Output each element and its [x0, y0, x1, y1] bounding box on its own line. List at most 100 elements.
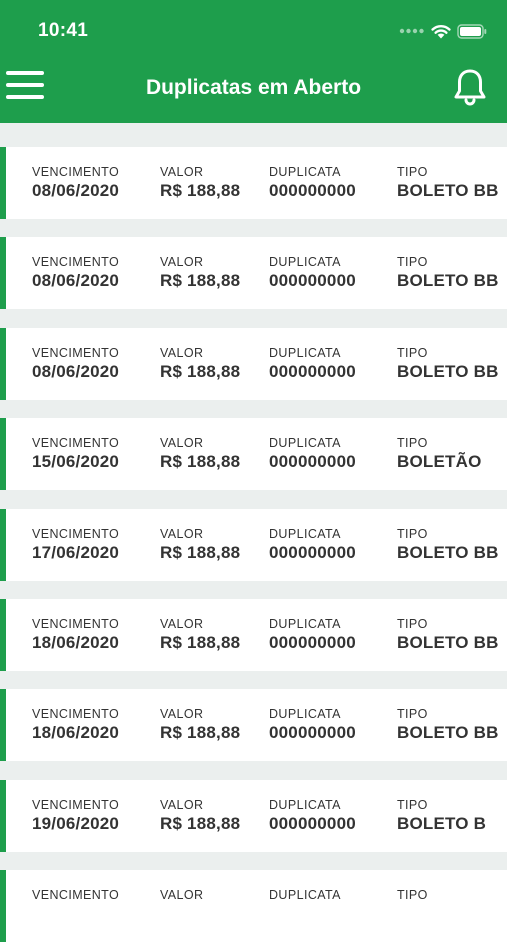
tipo-cell: TIPO BOLETO BB — [397, 617, 499, 654]
tipo-cell: TIPO BOLETO BB — [397, 707, 499, 744]
tipo-cell: TIPO BOLETO BB — [397, 346, 499, 383]
list-item[interactable]: VENCIMENTO VALOR DUPLICATA TIPO — [0, 870, 507, 942]
vencimento-cell: VENCIMENTO 18/06/2020 — [32, 617, 119, 654]
valor-label: VALOR — [160, 617, 204, 631]
duplicata-value: 000000000 — [269, 542, 356, 562]
valor-label: VALOR — [160, 436, 204, 451]
tipo-value: BOLETO BB — [397, 181, 499, 200]
list-item[interactable]: VENCIMENTO 08/06/2020 VALOR R$ 188,88 DUPLIC… — [0, 237, 507, 310]
signal-icon — [399, 28, 424, 34]
vencimento-label: VENCIMENTO — [32, 617, 120, 631]
duplicata-cell: DUPLICATA 000000000 — [269, 165, 356, 202]
status-time: 10:41 — [38, 20, 89, 41]
vencimento-value: 19/06/2020 — [32, 813, 120, 833]
tipo-value: BOLETO BB — [397, 723, 499, 743]
vencimento-value: 17/06/2020 — [32, 542, 120, 562]
valor-value: R$ 188,88 — [160, 633, 241, 652]
valor-value: R$ 188,88 — [160, 271, 241, 291]
valor-value: R$ 188,88 — [160, 813, 241, 833]
duplicata-cell: DUPLICATA 000000000 — [269, 617, 356, 654]
duplicata-cell: DUPLICATA — [269, 888, 341, 903]
tipo-label: TIPO — [397, 617, 428, 631]
valor-value: R$ 188,88 — [160, 361, 241, 381]
status-icons — [399, 22, 487, 40]
duplicata-cell: DUPLICATA 000000000 — [269, 707, 356, 744]
duplicata-label: DUPLICATA — [269, 255, 341, 270]
duplicata-label: DUPLICATA — [269, 797, 341, 812]
tipo-value: BOLETO BB — [397, 271, 499, 291]
bell-icon[interactable] — [453, 68, 487, 106]
valor-label: VALOR — [160, 707, 204, 722]
vencimento-label: VENCIMENTO — [32, 345, 120, 360]
valor-cell: VALOR R$ 188,88 — [160, 436, 240, 473]
valor-label: VALOR — [160, 345, 204, 360]
valor-cell: VALOR R$ 188,88 — [160, 346, 240, 383]
tipo-value: BOLETO B — [397, 813, 487, 833]
app-header: 10:41 Duplicatas em Aberto — [0, 0, 507, 123]
tipo-cell: TIPO BOLETO BB — [397, 527, 499, 564]
tipo-label: TIPO — [397, 436, 428, 451]
battery-icon — [457, 23, 487, 39]
duplicata-value: 000000000 — [269, 633, 356, 652]
list-item[interactable]: VENCIMENTO 17/06/2020 VALOR R$ 188,88 DUPLIC… — [0, 508, 507, 581]
duplicata-value: 000000000 — [269, 361, 356, 381]
tipo-cell: TIPO BOLETO B — [397, 798, 486, 835]
list-item[interactable]: VENCIMENTO 18/06/2020 VALOR R$ 188,88 DUPLIC… — [0, 689, 507, 762]
vencimento-label: VENCIMENTO — [32, 797, 120, 812]
tipo-label: TIPO — [397, 526, 428, 541]
tipo-cell: TIPO — [397, 888, 428, 903]
duplicata-label: DUPLICATA — [269, 617, 341, 631]
duplicata-label: DUPLICATA — [269, 888, 341, 903]
list-item[interactable]: VENCIMENTO 18/06/2020 VALOR R$ 188,88 DUPLIC… — [0, 599, 507, 671]
tipo-cell: TIPO BOLETÃO — [397, 436, 482, 473]
vencimento-label: VENCIMENTO — [32, 436, 120, 451]
duplicata-cell: DUPLICATA 000000000 — [269, 255, 356, 292]
valor-cell: VALOR R$ 188,88 — [160, 165, 240, 202]
list-item[interactable]: VENCIMENTO 08/06/2020 VALOR R$ 188,88 DUPLIC… — [0, 147, 507, 219]
valor-value: R$ 188,88 — [160, 452, 241, 472]
duplicata-value: 000000000 — [269, 271, 356, 291]
duplicata-label: DUPLICATA — [269, 165, 341, 179]
duplicata-value: 000000000 — [269, 813, 356, 833]
vencimento-value: 08/06/2020 — [32, 181, 120, 200]
duplicata-label: DUPLICATA — [269, 436, 341, 451]
vencimento-cell: VENCIMENTO 08/06/2020 — [32, 255, 119, 292]
valor-cell: VALOR R$ 188,88 — [160, 707, 240, 744]
tipo-label: TIPO — [397, 345, 428, 360]
valor-cell: VALOR — [160, 888, 203, 903]
vencimento-value: 15/06/2020 — [32, 452, 120, 472]
vencimento-label: VENCIMENTO — [32, 888, 120, 903]
tipo-label: TIPO — [397, 797, 428, 812]
valor-label: VALOR — [160, 526, 204, 541]
vencimento-cell: VENCIMENTO 18/06/2020 — [32, 707, 119, 744]
list-item[interactable]: VENCIMENTO 15/06/2020 VALOR R$ 188,88 DUPLIC… — [0, 418, 507, 491]
duplicata-label: DUPLICATA — [269, 526, 341, 541]
valor-value: R$ 188,88 — [160, 542, 241, 562]
duplicata-value: 000000000 — [269, 723, 356, 743]
page-title: Duplicatas em Aberto — [145, 76, 362, 99]
duplicata-cell: DUPLICATA 000000000 — [269, 527, 356, 564]
valor-cell: VALOR R$ 188,88 — [160, 255, 240, 292]
duplicata-value: 000000000 — [269, 181, 356, 200]
valor-value: R$ 188,88 — [160, 181, 241, 200]
vencimento-label: VENCIMENTO — [32, 526, 120, 541]
valor-value: R$ 188,88 — [160, 723, 241, 743]
vencimento-cell: VENCIMENTO 15/06/2020 — [32, 436, 119, 473]
list-item[interactable]: VENCIMENTO 19/06/2020 VALOR R$ 188,88 DUPLIC… — [0, 779, 507, 852]
tipo-value: BOLETÃO — [397, 452, 482, 472]
vencimento-value: 18/06/2020 — [32, 633, 120, 652]
vencimento-value: 08/06/2020 — [32, 271, 120, 291]
tipo-label: TIPO — [397, 255, 428, 270]
valor-label: VALOR — [160, 165, 204, 179]
tipo-cell: TIPO BOLETO BB — [397, 255, 499, 292]
duplicata-value: 000000000 — [269, 452, 356, 472]
valor-cell: VALOR R$ 188,88 — [160, 617, 240, 654]
valor-label: VALOR — [160, 255, 204, 270]
vencimento-label: VENCIMENTO — [32, 165, 120, 179]
tipo-label: TIPO — [397, 707, 428, 722]
tipo-value: BOLETO BB — [397, 633, 499, 652]
tipo-value: BOLETO BB — [397, 361, 499, 381]
tipo-cell: TIPO BOLETO BB — [397, 165, 499, 202]
list-item[interactable]: VENCIMENTO 08/06/2020 VALOR R$ 188,88 DUPLIC… — [0, 327, 507, 400]
duplicata-cell: DUPLICATA 000000000 — [269, 346, 356, 383]
